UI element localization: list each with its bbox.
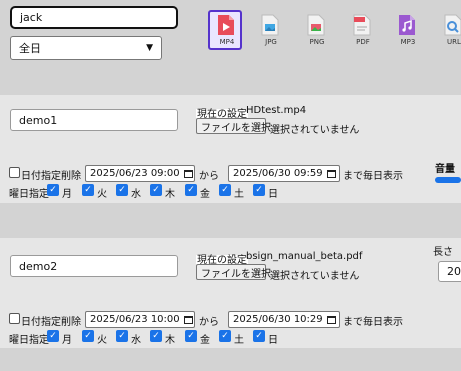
weekday-sun-checkbox[interactable]: ✓ (253, 330, 265, 342)
weekday-sat-label: 土 (234, 335, 244, 346)
media-type-label: MP4 (219, 38, 235, 46)
current-file-name: HDtest.mp4 (246, 105, 307, 116)
weekday-mon-label: 月 (62, 335, 72, 346)
end-datetime-value: 2025/06/30 09:59 (233, 168, 323, 179)
weekday-tue-label: 火 (97, 189, 107, 200)
media-type-label: PNG (309, 38, 325, 46)
duration-input[interactable]: 20 (438, 261, 461, 282)
item-name-input[interactable]: demo1 (10, 109, 178, 131)
weekday-fri-label: 金 (200, 335, 210, 346)
date-delete-label: 日付指定削除 (21, 317, 81, 328)
user-name-input[interactable]: jack (10, 6, 178, 29)
no-file-selected-text: 選択されていません (270, 271, 360, 282)
media-type-label: JPG (265, 38, 277, 46)
volume-label: 音量 (435, 164, 455, 175)
pdf-file-icon (353, 14, 371, 36)
url-file-icon (444, 14, 461, 36)
media-type-png-button[interactable]: PNG (300, 12, 334, 52)
media-type-label: PDF (356, 38, 370, 46)
weekday-thu-checkbox[interactable]: ✓ (150, 330, 162, 342)
from-label: から (199, 317, 219, 328)
date-delete-label: 日付指定削除 (21, 171, 81, 182)
start-datetime-input[interactable]: 2025/06/23 09:00 (85, 165, 195, 182)
item-name-value: demo2 (19, 259, 58, 273)
end-datetime-input[interactable]: 2025/06/30 10:29 (228, 311, 340, 328)
period-select[interactable]: 全日 ▼ (10, 36, 162, 60)
item-name-value: demo1 (19, 113, 58, 127)
weekday-sun-checkbox[interactable]: ✓ (253, 184, 265, 196)
from-label: から (199, 171, 219, 182)
calendar-icon (326, 315, 336, 324)
video-file-icon (218, 15, 234, 35)
end-datetime-input[interactable]: 2025/06/30 09:59 (228, 165, 340, 182)
choose-file-button[interactable]: ファイルを選択 (196, 264, 271, 280)
calendar-icon (183, 169, 193, 178)
volume-slider[interactable] (435, 177, 461, 183)
media-type-pdf-button[interactable]: PDF (346, 12, 380, 52)
duration-label: 長さ (433, 247, 453, 258)
media-type-url-button[interactable]: URL (437, 12, 461, 52)
calendar-icon (183, 315, 193, 324)
weekday-mon-checkbox[interactable]: ✓ (47, 330, 59, 342)
weekday-tue-checkbox[interactable]: ✓ (82, 330, 94, 342)
weekday-tue-checkbox[interactable]: ✓ (82, 184, 94, 196)
daily-display-label: まで毎日表示 (343, 317, 403, 328)
start-datetime-value: 2025/06/23 10:00 (90, 314, 180, 325)
choose-file-button[interactable]: ファイルを選択 (196, 118, 271, 134)
weekday-fri-checkbox[interactable]: ✓ (185, 330, 197, 342)
user-name-value: jack (20, 11, 43, 24)
weekday-sat-checkbox[interactable]: ✓ (219, 184, 231, 196)
no-file-selected-text: 選択されていません (270, 125, 360, 136)
weekday-sat-label: 土 (234, 189, 244, 200)
period-select-value: 全日 (19, 42, 41, 55)
weekday-mon-checkbox[interactable]: ✓ (47, 184, 59, 196)
weekday-sun-label: 日 (268, 189, 278, 200)
item-name-input[interactable]: demo2 (10, 255, 178, 277)
image-file-icon (261, 14, 279, 36)
end-datetime-value: 2025/06/30 10:29 (233, 314, 323, 325)
weekday-thu-checkbox[interactable]: ✓ (150, 184, 162, 196)
weekday-label: 曜日指定 (9, 335, 49, 346)
media-type-jpg-button[interactable]: JPG (254, 12, 288, 52)
media-type-label: URL (447, 38, 461, 46)
weekday-thu-label: 木 (165, 189, 175, 200)
duration-value: 20 (447, 265, 461, 278)
weekday-thu-label: 木 (165, 335, 175, 346)
daily-display-label: まで毎日表示 (343, 171, 403, 182)
media-type-label: MP3 (400, 38, 416, 46)
audio-file-icon (399, 15, 415, 35)
weekday-wed-label: 水 (131, 189, 141, 200)
date-delete-checkbox[interactable] (9, 167, 20, 178)
weekday-sun-label: 日 (268, 335, 278, 346)
chevron-down-icon: ▼ (146, 43, 153, 53)
weekday-tue-label: 火 (97, 335, 107, 346)
start-datetime-value: 2025/06/23 09:00 (90, 168, 180, 179)
calendar-icon (326, 169, 336, 178)
weekday-fri-label: 金 (200, 189, 210, 200)
weekday-label: 曜日指定 (9, 189, 49, 200)
image-file-icon (307, 14, 325, 36)
start-datetime-input[interactable]: 2025/06/23 10:00 (85, 311, 195, 328)
weekday-wed-checkbox[interactable]: ✓ (116, 184, 128, 196)
current-file-name: bsign_manual_beta.pdf (246, 251, 363, 262)
weekday-wed-label: 水 (131, 335, 141, 346)
weekday-sat-checkbox[interactable]: ✓ (219, 330, 231, 342)
date-delete-checkbox[interactable] (9, 313, 20, 324)
weekday-wed-checkbox[interactable]: ✓ (116, 330, 128, 342)
weekday-mon-label: 月 (62, 189, 72, 200)
weekday-fri-checkbox[interactable]: ✓ (185, 184, 197, 196)
media-type-mp3-button[interactable]: MP3 (391, 12, 425, 52)
media-type-mp4-button[interactable]: MP4 (208, 10, 242, 50)
